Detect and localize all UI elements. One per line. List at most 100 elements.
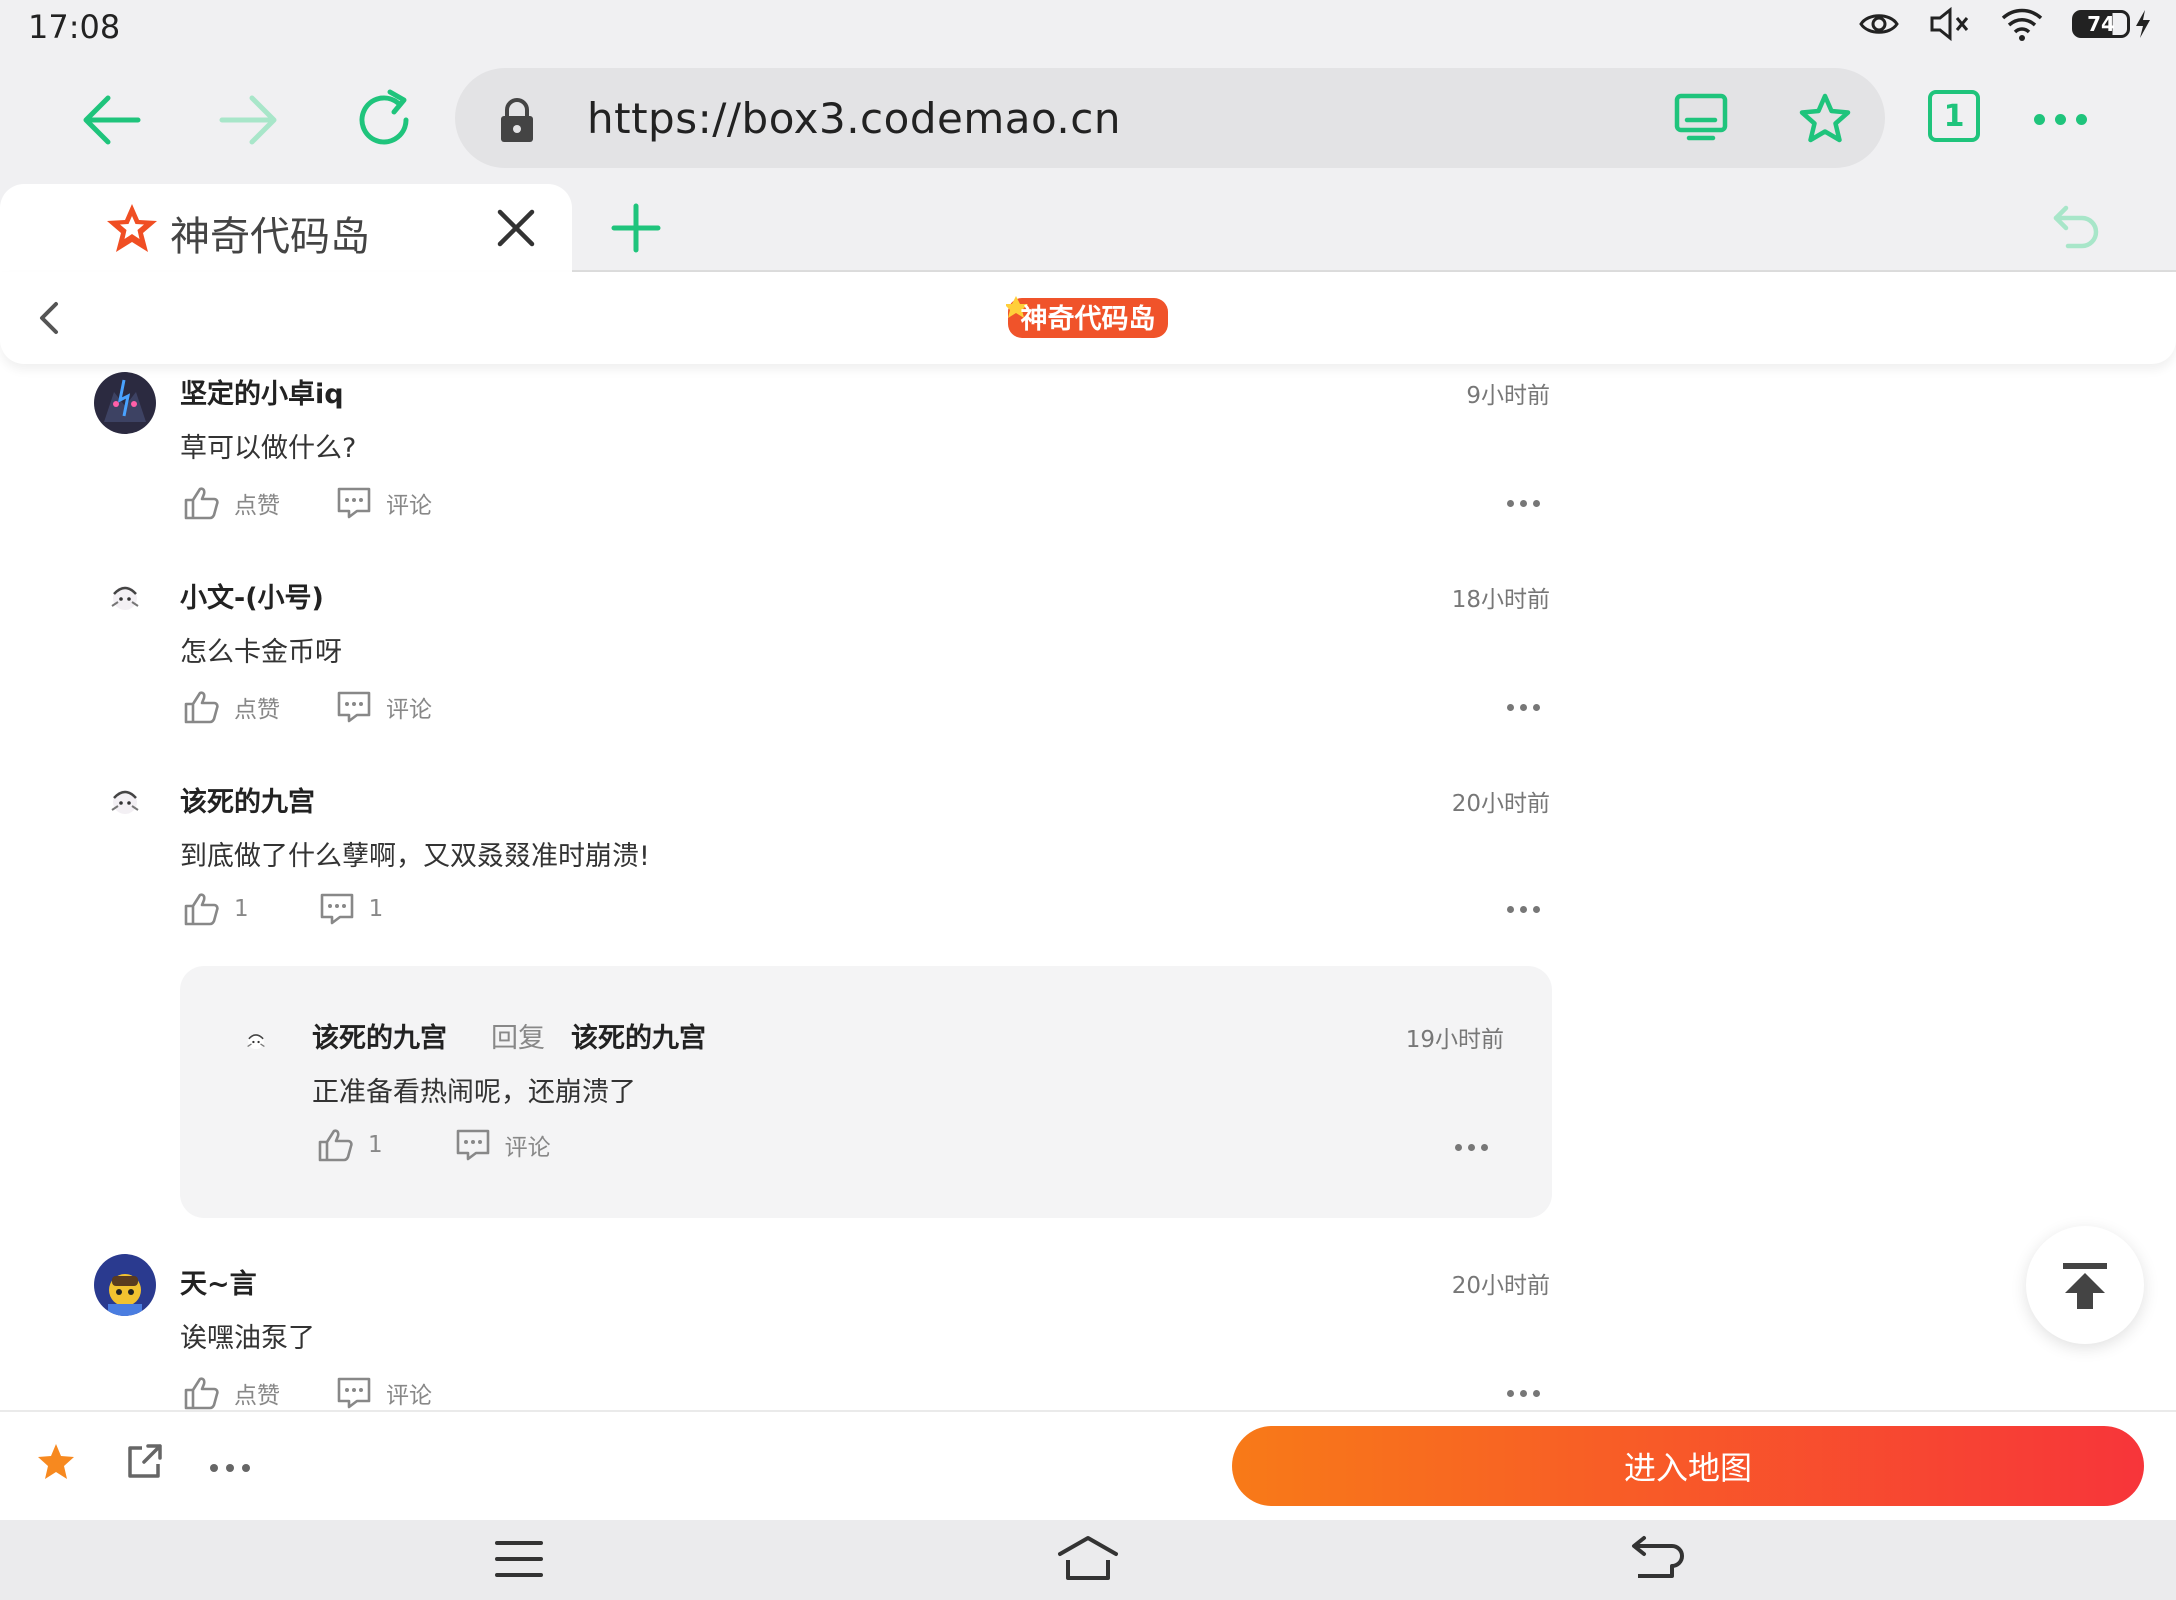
comment-time: 9小时前 xyxy=(1466,383,1550,409)
enter-map-button[interactable]: 进入地图 xyxy=(1232,1426,2144,1506)
reply-username[interactable]: 该死的九宫 xyxy=(312,1023,447,1054)
system-navigation-bar xyxy=(0,1520,2176,1600)
like-label: 点赞 xyxy=(234,493,280,519)
comment-item: 该死的九宫 20小时前 到底做了什么孽啊，又双叒叕准时崩溃! 1 1 该死的九宫… xyxy=(0,772,1560,1342)
site-logo-text: 神奇代码岛 xyxy=(1021,303,1156,335)
reply-header: 该死的九宫 回复 该死的九宫 xyxy=(312,1016,706,1055)
thumbs-up-icon xyxy=(318,1129,353,1162)
back-to-top-button[interactable] xyxy=(2026,1226,2144,1344)
tab-title: 神奇代码岛 xyxy=(170,214,370,260)
like-count: 1 xyxy=(234,896,249,922)
more-options-icon[interactable] xyxy=(1507,704,1540,711)
comment-button[interactable]: 评论 xyxy=(455,1128,551,1162)
thumbs-up-icon xyxy=(184,893,219,926)
reload-icon[interactable] xyxy=(350,86,418,154)
browser-menu-icon[interactable] xyxy=(2034,114,2087,125)
wifi-icon xyxy=(2001,8,2043,41)
site-logo: 神奇代码岛 xyxy=(1006,296,1168,338)
reply-box: 该死的九宫 回复 该死的九宫 19小时前 正准备看热闹呢，还崩溃了 1 评论 xyxy=(180,966,1552,1218)
comment-time: 20小时前 xyxy=(1451,1273,1550,1299)
tab-active[interactable]: 神奇代码岛 xyxy=(0,184,572,272)
browser-toolbar: https://box3.codemao.cn 1 xyxy=(0,56,2176,184)
back-arrow-icon[interactable] xyxy=(78,86,146,154)
site-favicon-icon xyxy=(107,204,157,252)
forward-arrow-icon[interactable] xyxy=(214,86,282,154)
comment-bubble-icon xyxy=(337,1377,371,1409)
avatar[interactable] xyxy=(94,772,156,834)
reply-text: 正准备看热闹呢，还崩溃了 xyxy=(312,1077,636,1108)
recent-apps-icon[interactable] xyxy=(494,1534,544,1584)
page-back-icon[interactable] xyxy=(34,300,62,336)
comment-bubble-icon xyxy=(456,1129,489,1161)
like-label: 点赞 xyxy=(234,697,280,723)
comment-bubble-icon xyxy=(320,893,353,925)
comment-bubble-icon xyxy=(337,691,371,723)
avatar[interactable] xyxy=(94,568,156,630)
lock-icon xyxy=(501,98,533,142)
like-count: 1 xyxy=(368,1132,383,1158)
comment-label: 评论 xyxy=(504,1135,551,1161)
comment-button[interactable]: 评论 xyxy=(336,690,432,724)
page-header: 神奇代码岛 xyxy=(0,272,2176,364)
favorite-star-icon[interactable] xyxy=(36,1442,76,1482)
comment-text: 怎么卡金币呀 xyxy=(180,637,342,668)
more-menu-icon[interactable] xyxy=(210,1464,250,1472)
tab-strip: 神奇代码岛 xyxy=(0,184,2176,272)
thumbs-up-icon xyxy=(184,487,219,520)
status-bar: 17:08 74 xyxy=(0,0,2176,56)
comment-count: 1 xyxy=(368,896,384,922)
more-options-icon[interactable] xyxy=(1455,1144,1488,1151)
more-options-icon[interactable] xyxy=(1507,500,1540,507)
bookmark-star-icon[interactable] xyxy=(1797,92,1853,146)
close-tab-icon[interactable] xyxy=(494,206,538,250)
comment-username[interactable]: 小文-(小号) xyxy=(180,576,324,615)
like-button[interactable]: 1 xyxy=(184,892,249,926)
bottom-action-bar: 进入地图 xyxy=(0,1410,2176,1520)
like-button[interactable]: 点赞 xyxy=(184,690,280,724)
more-options-icon[interactable] xyxy=(1507,906,1540,913)
like-button[interactable]: 点赞 xyxy=(184,1376,280,1410)
comment-button[interactable]: 1 xyxy=(319,892,384,926)
comment-username[interactable]: 坚定的小卓iq xyxy=(180,372,344,411)
comment-username[interactable]: 该死的九宫 xyxy=(180,780,315,819)
eye-icon xyxy=(1859,14,1899,34)
home-icon[interactable] xyxy=(1056,1534,1120,1584)
comment-button[interactable]: 评论 xyxy=(336,1376,432,1410)
comment-button[interactable]: 评论 xyxy=(336,486,432,520)
avatar[interactable] xyxy=(236,1022,276,1062)
avatar[interactable] xyxy=(94,1254,156,1316)
thumbs-up-icon xyxy=(184,1377,219,1410)
undo-close-tab-icon[interactable] xyxy=(2050,202,2102,254)
like-button[interactable]: 点赞 xyxy=(184,486,280,520)
system-back-icon[interactable] xyxy=(1630,1534,1686,1584)
reply-time: 19小时前 xyxy=(1405,1027,1504,1053)
like-label: 点赞 xyxy=(234,1383,280,1409)
comment-label: 评论 xyxy=(386,493,432,519)
mute-icon xyxy=(1930,6,1969,42)
avatar[interactable] xyxy=(94,372,156,434)
new-tab-icon[interactable] xyxy=(610,202,662,254)
comment-time: 20小时前 xyxy=(1451,791,1550,817)
like-button[interactable]: 1 xyxy=(318,1128,383,1162)
address-bar[interactable]: https://box3.codemao.cn xyxy=(455,68,1885,168)
charging-icon xyxy=(2136,10,2150,38)
arrow-to-top-icon xyxy=(2063,1263,2107,1309)
desktop-mode-icon[interactable] xyxy=(1673,92,1729,144)
comment-username[interactable]: 天~言 xyxy=(180,1262,257,1301)
comment-text: 诶嘿油泵了 xyxy=(180,1323,315,1354)
comment-list: 坚定的小卓iq 9小时前 草可以做什么? 点赞 评论 小文-(小号) 18小时前… xyxy=(0,364,2176,1410)
tab-count-button[interactable]: 1 xyxy=(1928,90,1980,142)
more-options-icon[interactable] xyxy=(1507,1390,1540,1397)
comment-time: 18小时前 xyxy=(1451,587,1550,613)
share-icon[interactable] xyxy=(124,1442,164,1482)
comment-bubble-icon xyxy=(337,487,371,519)
reply-word: 回复 xyxy=(491,1023,545,1054)
url-text[interactable]: https://box3.codemao.cn xyxy=(587,94,1121,143)
comment-label: 评论 xyxy=(386,697,432,723)
reply-target-username[interactable]: 该死的九宫 xyxy=(571,1023,706,1054)
comment-label: 评论 xyxy=(386,1383,432,1409)
comment-text: 草可以做什么? xyxy=(180,433,357,464)
status-time: 17:08 xyxy=(28,8,121,46)
battery-level: 74 xyxy=(2087,12,2115,36)
thumbs-up-icon xyxy=(184,691,219,724)
